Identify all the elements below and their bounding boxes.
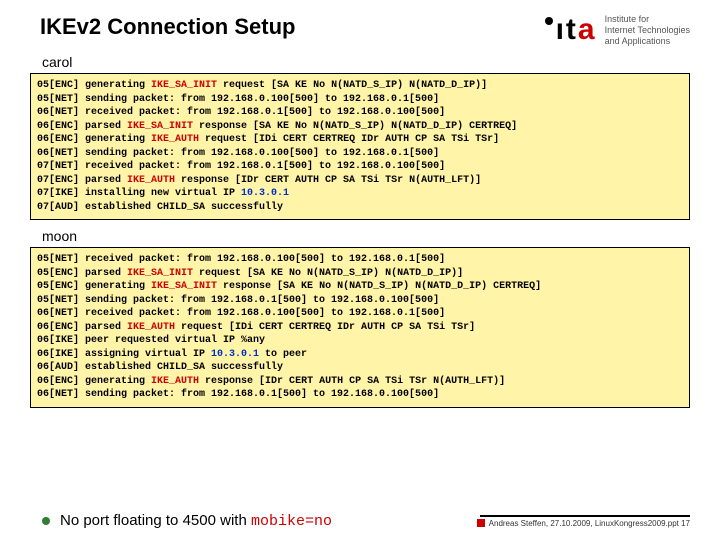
logo-i: ı bbox=[556, 15, 564, 45]
log-line: 06[IKE] assigning virtual IP 10.3.0.1 to… bbox=[37, 348, 683, 362]
log-carol: 05[ENC] generating IKE_SA_INIT request [… bbox=[30, 73, 690, 220]
log-line: 06[NET] received packet: from 192.168.0.… bbox=[37, 106, 683, 120]
log-line: 07[AUD] established CHILD_SA successfull… bbox=[37, 201, 683, 215]
logo-sub-3: and Applications bbox=[605, 36, 690, 47]
log-line: 06[ENC] generating IKE_AUTH request [IDi… bbox=[37, 133, 683, 147]
citation-text: Andreas Steffen, 27.10.2009, LinuxKongre… bbox=[489, 519, 690, 528]
bullet-item: No port floating to 4500 with mobike=no bbox=[42, 512, 332, 530]
cite-logo-icon bbox=[477, 519, 485, 527]
log-line: 06[ENC] parsed IKE_AUTH request [IDi CER… bbox=[37, 321, 683, 335]
log-line: 06[NET] sending packet: from 192.168.0.1… bbox=[37, 147, 683, 161]
bullet-text: No port floating to 4500 with mobike=no bbox=[60, 512, 332, 530]
section-moon: moon bbox=[0, 226, 720, 247]
logo: ı t a Institute for Internet Technologie… bbox=[545, 14, 690, 46]
page-title: IKEv2 Connection Setup bbox=[40, 14, 295, 40]
citation-block: Andreas Steffen, 27.10.2009, LinuxKongre… bbox=[477, 515, 690, 528]
section-carol: carol bbox=[0, 52, 720, 73]
log-line: 06[AUD] established CHILD_SA successfull… bbox=[37, 361, 683, 375]
logo-t: t bbox=[566, 15, 576, 45]
log-line: 06[NET] sending packet: from 192.168.0.1… bbox=[37, 388, 683, 402]
log-line: 05[ENC] generating IKE_SA_INIT request [… bbox=[37, 79, 683, 93]
log-line: 05[NET] sending packet: from 192.168.0.1… bbox=[37, 294, 683, 308]
log-line: 06[ENC] parsed IKE_SA_INIT response [SA … bbox=[37, 120, 683, 134]
log-line: 05[NET] sending packet: from 192.168.0.1… bbox=[37, 93, 683, 107]
log-line: 07[IKE] installing new virtual IP 10.3.0… bbox=[37, 187, 683, 201]
logo-sub-1: Institute for bbox=[605, 14, 690, 25]
bullet-icon bbox=[42, 517, 50, 525]
log-line: 07[ENC] parsed IKE_AUTH response [IDr CE… bbox=[37, 174, 683, 188]
logo-a: a bbox=[578, 15, 595, 45]
logo-sub-2: Internet Technologies bbox=[605, 25, 690, 36]
log-line: 06[IKE] peer requested virtual IP %any bbox=[37, 334, 683, 348]
log-line: 05[ENC] generating IKE_SA_INIT response … bbox=[37, 280, 683, 294]
log-moon: 05[NET] received packet: from 192.168.0.… bbox=[30, 247, 690, 408]
log-line: 05[NET] received packet: from 192.168.0.… bbox=[37, 253, 683, 267]
log-line: 06[ENC] generating IKE_AUTH response [ID… bbox=[37, 375, 683, 389]
log-line: 05[ENC] parsed IKE_SA_INIT request [SA K… bbox=[37, 267, 683, 281]
log-line: 07[NET] received packet: from 192.168.0.… bbox=[37, 160, 683, 174]
log-line: 06[NET] received packet: from 192.168.0.… bbox=[37, 307, 683, 321]
